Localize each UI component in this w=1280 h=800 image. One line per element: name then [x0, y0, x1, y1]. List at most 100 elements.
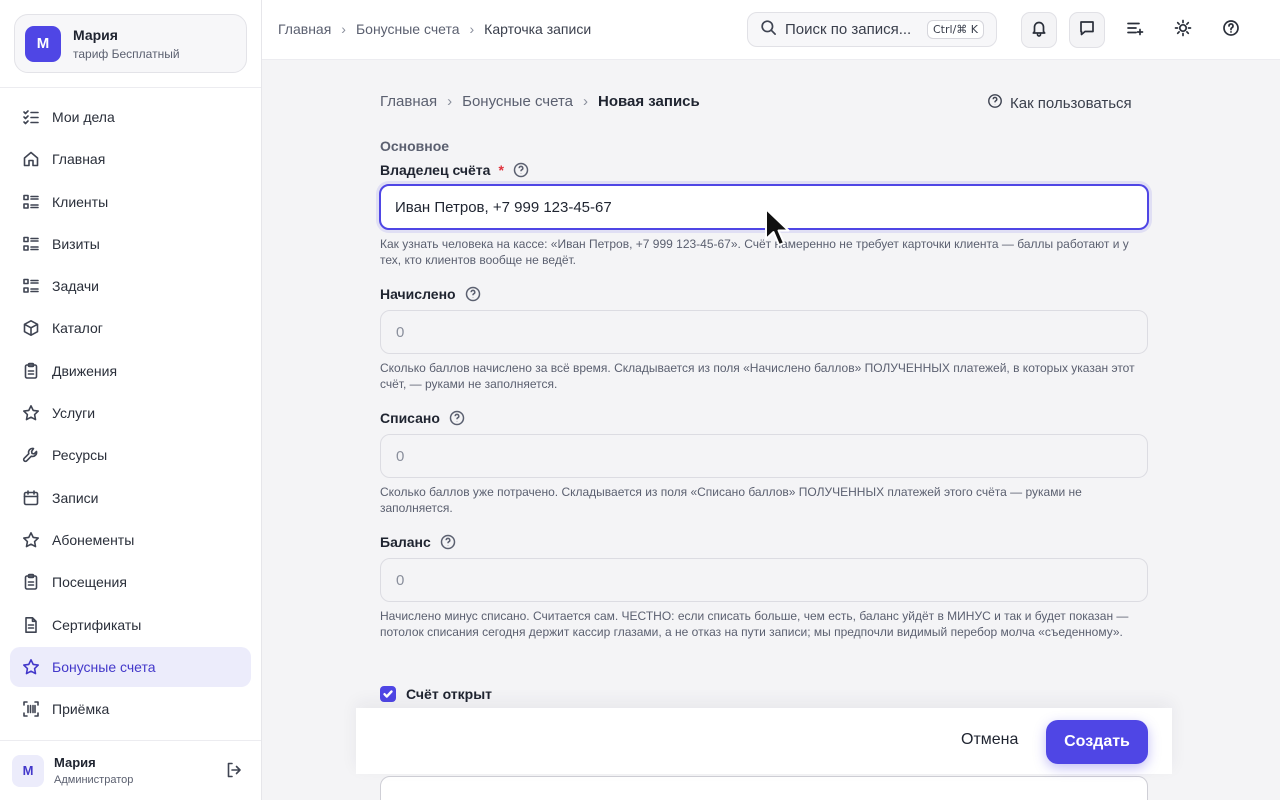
star-icon [22, 404, 40, 422]
main-content: Главная › Бонусные счета › Новая запись … [262, 60, 1280, 800]
account-name: Мария [73, 26, 118, 43]
star-icon [22, 531, 40, 549]
help-circle-icon[interactable] [465, 286, 481, 302]
chevron-right-icon: › [341, 21, 346, 37]
chevron-right-icon: › [469, 21, 475, 37]
accrued-hint: Сколько баллов начислено за всё время. С… [380, 361, 1135, 391]
sidebar-item-subscriptions[interactable]: Абонементы [10, 520, 251, 560]
spent-hint: Сколько баллов уже потрачено. Складывает… [380, 485, 1082, 515]
notifications-button[interactable] [1021, 12, 1057, 48]
sidebar-item-label: Клиенты [52, 193, 109, 210]
balance-hint: Начислено минус списано. Считается сам. … [380, 609, 1129, 639]
sidebar-item-movements[interactable]: Движения [10, 351, 251, 391]
bell-icon [1030, 19, 1048, 42]
clipboard-icon [22, 573, 40, 591]
sidebar-item-receiving[interactable]: Приёмка [10, 689, 251, 729]
chevron-right-icon: › [583, 93, 589, 110]
home-icon [22, 150, 40, 168]
help-circle-icon[interactable] [513, 162, 529, 178]
sidebar-item-label: Посещения [52, 574, 127, 591]
sidebar-item-tasks[interactable]: Задачи [10, 266, 251, 306]
how-to-use-label: Как пользоваться [1010, 94, 1132, 112]
help-circle-icon[interactable] [440, 534, 456, 550]
accrued-label: Начислено [380, 286, 481, 302]
spent-input[interactable]: 0 [380, 434, 1148, 478]
sidebar-item-appointments[interactable]: Записи [10, 478, 251, 518]
logout-icon[interactable] [225, 761, 243, 779]
sidebar-item-label: Услуги [52, 405, 96, 422]
sidebar-item-home[interactable]: Главная [10, 139, 251, 179]
next-field-input[interactable] [380, 776, 1148, 800]
help-button[interactable] [1213, 12, 1249, 48]
add-to-list-button[interactable] [1117, 12, 1153, 48]
sidebar-item-label: Движения [52, 362, 118, 379]
breadcrumb-bonus-accounts[interactable]: Бонусные счета [462, 93, 573, 110]
account-open-label: Счёт открыт [406, 686, 493, 702]
sidebar-item-bonus-accounts[interactable]: Бонусные счета [10, 646, 251, 687]
search-shortcut: Ctrl/⌘ K [927, 20, 984, 39]
sidebar-item-label: Приёмка [52, 701, 110, 718]
star-icon [22, 658, 40, 676]
sidebar-item-resources[interactable]: Ресурсы [10, 435, 251, 475]
sidebar-item-my-tasks[interactable]: Мои дела [10, 97, 251, 137]
owner-label: Владелец счёта * [380, 162, 529, 178]
required-mark: * [498, 162, 504, 178]
spent-label: Списано [380, 410, 465, 426]
sidebar-item-visits[interactable]: Визиты [10, 224, 251, 264]
search-input[interactable]: Поиск по запися... Ctrl/⌘ K [747, 12, 997, 47]
account-plan: тариф Бесплатный [73, 46, 180, 61]
breadcrumb: Главная › Бонусные счета › Карточка запи… [278, 21, 591, 37]
list-icon [22, 277, 40, 295]
accrued-label-text: Начислено [380, 286, 456, 302]
breadcrumb-current: Карточка записи [484, 21, 592, 37]
balance-input[interactable]: 0 [380, 558, 1148, 602]
breadcrumb-bonus-accounts[interactable]: Бонусные счета [356, 21, 460, 37]
sidebar-item-services[interactable]: Услуги [10, 393, 251, 433]
help-circle-icon[interactable] [449, 410, 465, 426]
sidebar-item-label: Задачи [52, 278, 100, 295]
breadcrumb-home[interactable]: Главная [278, 21, 331, 37]
wrench-icon [22, 446, 40, 464]
account-open-checkbox[interactable] [380, 686, 396, 702]
document-icon [22, 616, 40, 634]
balance-label-text: Баланс [380, 534, 431, 550]
user-role: Администратор [54, 774, 134, 786]
search-placeholder: Поиск по запися... [785, 21, 912, 38]
topbar: Главная › Бонусные счета › Карточка запи… [262, 0, 1280, 60]
sidebar-item-label: Каталог [52, 320, 103, 337]
sidebar-item-catalog[interactable]: Каталог [10, 308, 251, 348]
account-switcher[interactable]: М Мария тариф Бесплатный [14, 14, 247, 73]
messages-button[interactable] [1069, 12, 1105, 48]
help-circle-icon [1222, 19, 1240, 42]
clipboard-icon [22, 362, 40, 380]
accrued-input[interactable]: 0 [380, 310, 1148, 354]
breadcrumb-current: Новая запись [598, 93, 700, 110]
section-title: Основное [380, 138, 450, 154]
sidebar-item-clients[interactable]: Клиенты [10, 182, 251, 222]
box-icon [22, 319, 40, 337]
chevron-right-icon: › [447, 93, 453, 110]
sidebar-item-label: Визиты [52, 235, 100, 252]
barcode-icon [22, 700, 40, 718]
list-icon [22, 235, 40, 253]
sidebar-item-label: Абонементы [52, 531, 135, 548]
user-panel: М Мария Администратор [0, 740, 261, 800]
sidebar-item-certificates[interactable]: Сертификаты [10, 605, 251, 645]
create-button[interactable]: Создать [1046, 720, 1148, 764]
cancel-button[interactable]: Отмена [961, 731, 1018, 749]
task-list-icon [22, 108, 40, 126]
sun-icon [1174, 19, 1192, 42]
account-open-checkbox-row[interactable]: Счёт открыт [380, 686, 492, 702]
search-icon [760, 19, 777, 41]
breadcrumb-home[interactable]: Главная [380, 93, 437, 110]
spent-label-text: Списано [380, 410, 440, 426]
sidebar-item-attendance[interactable]: Посещения [10, 562, 251, 602]
balance-label: Баланс [380, 534, 456, 550]
theme-toggle-button[interactable] [1165, 12, 1201, 48]
form-footer: Отмена Создать [356, 708, 1172, 774]
account-avatar: М [25, 25, 61, 62]
how-to-use-link[interactable]: Как пользоваться [987, 93, 1132, 113]
mouse-cursor-icon [765, 208, 790, 246]
sidebar-item-label: Мои дела [52, 109, 115, 125]
page-breadcrumb: Главная › Бонусные счета › Новая запись [380, 93, 700, 110]
